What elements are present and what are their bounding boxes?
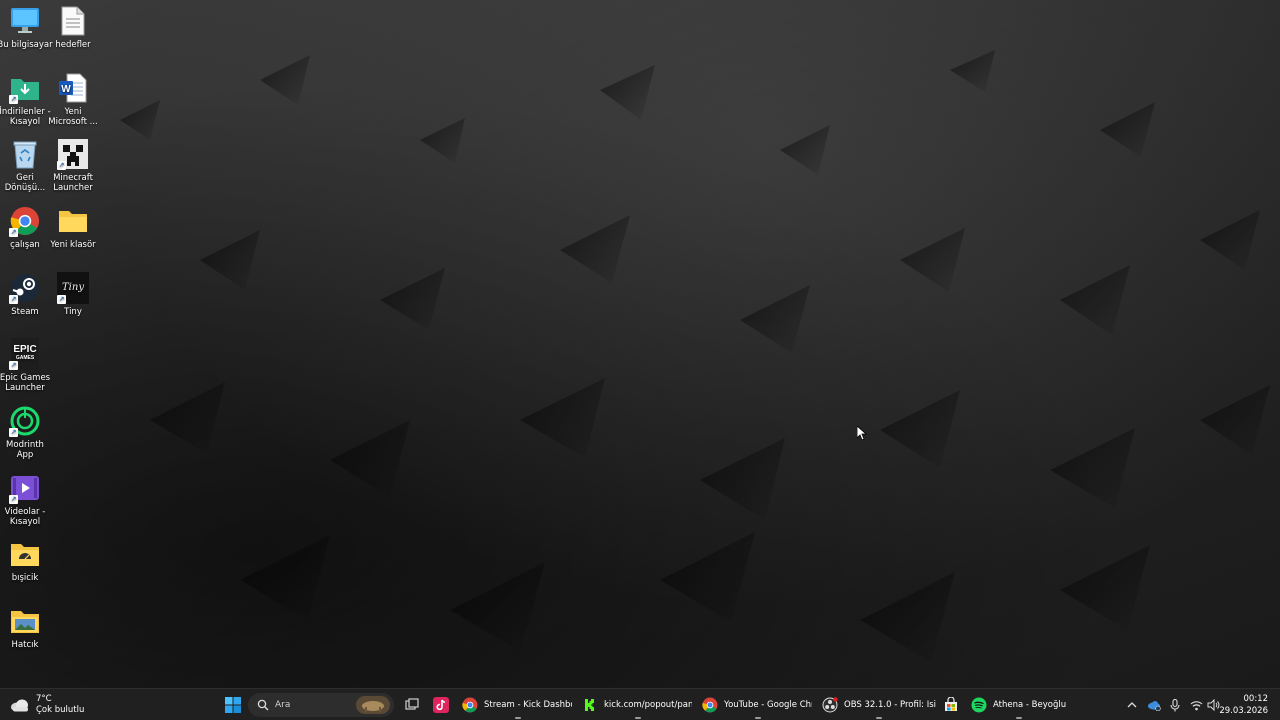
search-placeholder: Ara bbox=[275, 700, 291, 710]
desktop-icon-label: Modrinth App bbox=[6, 440, 44, 460]
modrinth-icon: ↗ bbox=[9, 405, 41, 437]
shortcut-arrow-icon: ↗ bbox=[57, 295, 66, 304]
running-indicator bbox=[515, 717, 521, 719]
weather-condition: Çok bulutlu bbox=[36, 705, 85, 715]
speaker-icon bbox=[1207, 699, 1219, 711]
minecraft-creeper-icon: ↗ bbox=[57, 138, 89, 170]
desktop-icon-text-document[interactable]: hedefler bbox=[45, 5, 101, 50]
task-view-button[interactable] bbox=[402, 689, 422, 720]
wallpaper-texture bbox=[120, 50, 1270, 662]
window-title: Athena - Beyoğlu bbox=[993, 700, 1067, 710]
recycle-bin-icon bbox=[9, 138, 41, 170]
word-document-icon: W bbox=[57, 72, 89, 104]
desktop-icon-label: Tiny bbox=[64, 307, 82, 317]
cloud-icon bbox=[11, 699, 28, 712]
taskbar-window-kick-dashboard[interactable]: Stream - Kick Dashboard bbox=[462, 689, 574, 720]
store-icon bbox=[945, 697, 957, 711]
desktop-icon-modrinth[interactable]: ↗ Modrinth App bbox=[0, 405, 53, 460]
wifi-tray-button[interactable] bbox=[1188, 689, 1204, 720]
search-box[interactable]: Ara bbox=[248, 693, 394, 717]
kick-icon bbox=[582, 697, 598, 713]
chrome-icon: ↗ bbox=[9, 205, 41, 237]
pictures-folder-icon bbox=[9, 605, 41, 637]
desktop-icon-folder-drive[interactable]: bışicik bbox=[0, 538, 53, 583]
shortcut-arrow-icon: ↗ bbox=[9, 495, 18, 504]
desktop-icon-videos-folder[interactable]: ↗ Videolar - Kısayol bbox=[0, 472, 53, 527]
window-title: YouTube - Google Chro bbox=[724, 700, 812, 710]
wifi-icon bbox=[1190, 700, 1202, 710]
obs-icon bbox=[822, 697, 838, 713]
desktop-icon-label: Videolar - Kısayol bbox=[4, 507, 46, 527]
desktop-icon-epic-games[interactable]: EPIC GAMES ↗ Epic Games Launcher bbox=[0, 338, 53, 393]
running-indicator bbox=[755, 717, 761, 719]
epic-glyph-subtext: GAMES bbox=[15, 355, 35, 361]
taskbar-window-store[interactable] bbox=[941, 689, 961, 720]
running-indicator bbox=[635, 717, 641, 719]
epic-glyph-text: EPIC bbox=[13, 344, 37, 355]
desktop-icon-label: hedefler bbox=[55, 40, 91, 50]
desktop-icon-label: bışicik bbox=[11, 573, 39, 583]
epic-games-icon: EPIC GAMES ↗ bbox=[9, 338, 41, 370]
tiktok-icon bbox=[433, 697, 449, 713]
folder-drive-icon bbox=[9, 538, 41, 570]
chevron-up-icon bbox=[1127, 702, 1137, 708]
chrome-icon bbox=[702, 697, 718, 713]
desktop-icon-word-document[interactable]: W Yeni Microsoft ... bbox=[45, 72, 101, 127]
microphone-icon bbox=[1170, 698, 1180, 711]
monitor-icon bbox=[9, 5, 41, 37]
shortcut-arrow-icon: ↗ bbox=[9, 295, 18, 304]
clock-date: 29.03.2026 bbox=[1219, 706, 1268, 716]
videos-folder-icon: ↗ bbox=[9, 472, 41, 504]
taskbar-window-youtube[interactable]: YouTube - Google Chro bbox=[702, 689, 814, 720]
steam-icon: ↗ bbox=[9, 272, 41, 304]
window-title: OBS 32.1.0 - Profil: İsims bbox=[844, 700, 936, 710]
taskbar: 7°C Çok bulutlu Ara Stream - Kick Dashb … bbox=[0, 688, 1280, 720]
running-indicator bbox=[876, 717, 882, 719]
clock-time: 00:12 bbox=[1243, 694, 1269, 704]
weather-widget[interactable]: 7°C Çok bulutlu bbox=[10, 689, 84, 720]
shortcut-arrow-icon: ↗ bbox=[9, 361, 18, 370]
tiny-icon: Tiny ↗ bbox=[57, 272, 89, 304]
weather-temperature: 7°C bbox=[36, 694, 52, 704]
onedrive-tray-button[interactable] bbox=[1145, 689, 1163, 720]
task-view-icon bbox=[405, 698, 419, 710]
microphone-tray-button[interactable] bbox=[1168, 689, 1182, 720]
shortcut-arrow-icon: ↗ bbox=[9, 228, 18, 237]
text-document-icon bbox=[57, 5, 89, 37]
desktop-icon-minecraft-creeper[interactable]: ↗ Minecraft Launcher bbox=[45, 138, 101, 193]
desktop-icon-folder[interactable]: Yeni klasör bbox=[45, 205, 101, 250]
desktop-icon-label: Yeni klasör bbox=[50, 240, 96, 250]
shortcut-arrow-icon: ↗ bbox=[57, 161, 66, 170]
shortcut-arrow-icon: ↗ bbox=[9, 428, 18, 437]
folder-icon bbox=[57, 205, 89, 237]
tiktok-button[interactable] bbox=[431, 689, 451, 720]
mouse-cursor-icon bbox=[857, 426, 867, 441]
desktop-icon-label: Minecraft Launcher bbox=[53, 173, 93, 193]
onedrive-icon bbox=[1148, 701, 1161, 711]
spotify-icon bbox=[971, 697, 987, 713]
desktop-wallpaper[interactable] bbox=[0, 0, 1280, 688]
desktop-icon-label: Epic Games Launcher bbox=[0, 373, 51, 393]
running-indicator bbox=[1016, 717, 1022, 719]
desktop-icon-label: Hatcık bbox=[11, 640, 39, 650]
show-hidden-icons-button[interactable] bbox=[1124, 689, 1140, 720]
taskbar-window-spotify[interactable]: Athena - Beyoğlu bbox=[971, 689, 1067, 720]
shortcut-arrow-icon: ↗ bbox=[9, 95, 18, 104]
taskbar-clock[interactable]: 00:12 29.03.2026 bbox=[1219, 693, 1268, 717]
search-icon bbox=[257, 699, 269, 711]
search-highlight-image-icon bbox=[356, 696, 390, 714]
taskbar-window-kick-popout[interactable]: kick.com/popout/pandc bbox=[582, 689, 694, 720]
chrome-icon bbox=[462, 697, 478, 713]
window-title: kick.com/popout/pandc bbox=[604, 700, 692, 710]
windows-start-icon bbox=[225, 697, 241, 713]
svg-text:W: W bbox=[61, 84, 71, 95]
downloads-folder-icon: ↗ bbox=[9, 72, 41, 104]
window-title: Stream - Kick Dashboard bbox=[484, 700, 572, 710]
desktop-icon-label: Yeni Microsoft ... bbox=[48, 107, 98, 127]
taskbar-window-obs[interactable]: OBS 32.1.0 - Profil: İsims bbox=[822, 689, 936, 720]
desktop-icon-tiny[interactable]: Tiny ↗ Tiny bbox=[45, 272, 101, 317]
start-button[interactable] bbox=[222, 689, 244, 720]
desktop-icon-pictures-folder[interactable]: Hatcık bbox=[0, 605, 53, 650]
